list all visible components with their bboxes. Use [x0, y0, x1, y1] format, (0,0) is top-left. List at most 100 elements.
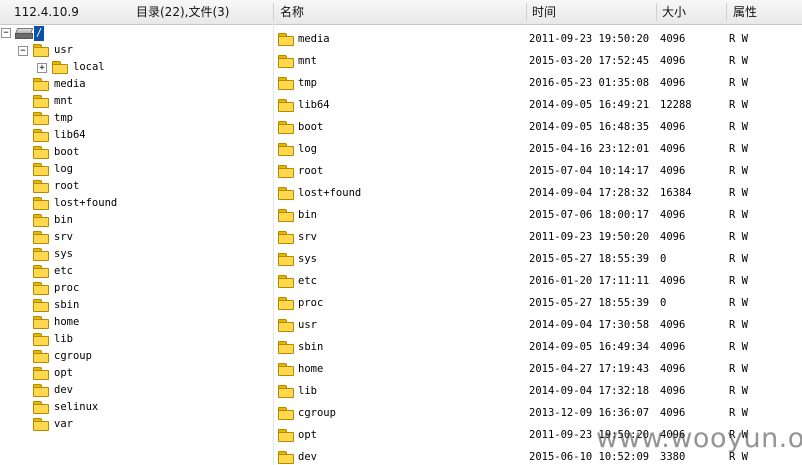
tree-item-local[interactable]: + local: [0, 59, 273, 76]
column-name-header[interactable]: 名称: [280, 0, 304, 24]
table-row[interactable]: sbin 2014-09-05 16:49:34 4096 R W: [274, 336, 802, 358]
file-size-cell: 12288: [660, 99, 692, 111]
folder-icon: [278, 165, 294, 178]
table-row[interactable]: root 2015-07-04 10:14:17 4096 R W: [274, 160, 802, 182]
file-name-cell: sbin: [298, 341, 324, 353]
folder-icon: [278, 429, 294, 442]
column-header-bar: 112.4.10.9 目录(22),文件(3) 名称 时间 大小 属性: [0, 0, 802, 25]
directory-summary: 目录(22),文件(3): [136, 5, 230, 19]
file-time-cell: 2016-05-23 01:35:08: [529, 77, 650, 89]
folder-icon: [33, 418, 49, 431]
folder-icon: [33, 282, 49, 295]
tree-root-node[interactable]: − /: [0, 25, 273, 42]
file-attr-cell: R W: [729, 231, 748, 243]
table-row[interactable]: media 2011-09-23 19:50:20 4096 R W: [274, 28, 802, 50]
table-row[interactable]: tmp 2016-05-23 01:35:08 4096 R W: [274, 72, 802, 94]
folder-icon: [278, 55, 294, 68]
table-row[interactable]: usr 2014-09-04 17:30:58 4096 R W: [274, 314, 802, 336]
file-size-cell: 4096: [660, 55, 686, 67]
file-attr-cell: R W: [729, 407, 748, 419]
tree-item-log[interactable]: log: [0, 161, 273, 178]
tree-item-label: var: [54, 418, 73, 430]
tree-item-label: lost+found: [54, 197, 118, 209]
column-time-header[interactable]: 时间: [532, 0, 556, 24]
table-row[interactable]: etc 2016-01-20 17:11:11 4096 R W: [274, 270, 802, 292]
tree-item-boot[interactable]: boot: [0, 144, 273, 161]
tree-item-mnt[interactable]: mnt: [0, 93, 273, 110]
table-row[interactable]: sys 2015-05-27 18:55:39 0 R W: [274, 248, 802, 270]
table-row[interactable]: mnt 2015-03-20 17:52:45 4096 R W: [274, 50, 802, 72]
table-row[interactable]: proc 2015-05-27 18:55:39 0 R W: [274, 292, 802, 314]
tree-item-lost-found[interactable]: lost+found: [0, 195, 273, 212]
watermark: www.wooyun.org: [596, 423, 802, 454]
folder-icon: [278, 33, 294, 46]
tree-item-sbin[interactable]: sbin: [0, 297, 273, 314]
table-row[interactable]: srv 2011-09-23 19:50:20 4096 R W: [274, 226, 802, 248]
file-time-cell: 2014-09-04 17:28:32: [529, 187, 650, 199]
column-attr-header[interactable]: 属性: [733, 0, 757, 24]
tree-item-lib[interactable]: lib: [0, 331, 273, 348]
file-name-cell: boot: [298, 121, 324, 133]
tree-item-lib64[interactable]: lib64: [0, 127, 273, 144]
file-attr-cell: R W: [729, 55, 748, 67]
tree-item-sys[interactable]: sys: [0, 246, 273, 263]
tree-root-label[interactable]: /: [34, 26, 45, 41]
folder-icon: [278, 297, 294, 310]
column-size-header[interactable]: 大小: [662, 0, 686, 24]
file-attr-cell: R W: [729, 275, 748, 287]
tree-item-media[interactable]: media: [0, 76, 273, 93]
table-row[interactable]: cgroup 2013-12-09 16:36:07 4096 R W: [274, 402, 802, 424]
folder-icon: [33, 163, 49, 176]
file-size-cell: 4096: [660, 165, 686, 177]
file-attr-cell: R W: [729, 187, 748, 199]
tree-item-label: dev: [54, 384, 73, 396]
folder-icon: [33, 44, 49, 57]
tree-item-opt[interactable]: opt: [0, 365, 273, 382]
tree-item-bin[interactable]: bin: [0, 212, 273, 229]
tree-item-usr[interactable]: − usr: [0, 42, 273, 59]
expand-icon[interactable]: +: [37, 63, 47, 73]
folder-icon: [278, 99, 294, 112]
tree-item-label: root: [54, 180, 80, 192]
folder-icon: [33, 197, 49, 210]
table-row[interactable]: lost+found 2014-09-04 17:28:32 16384 R W: [274, 182, 802, 204]
tree-item-var[interactable]: var: [0, 416, 273, 433]
tree-item-cgroup[interactable]: cgroup: [0, 348, 273, 365]
tree-item-label: usr: [54, 44, 73, 56]
tree-item-label: lib64: [54, 129, 86, 141]
table-row[interactable]: bin 2015-07-06 18:00:17 4096 R W: [274, 204, 802, 226]
table-row[interactable]: home 2015-04-27 17:19:43 4096 R W: [274, 358, 802, 380]
file-name-cell: mnt: [298, 55, 317, 67]
table-row[interactable]: lib64 2014-09-05 16:49:21 12288 R W: [274, 94, 802, 116]
tree-item-label: boot: [54, 146, 80, 158]
table-row[interactable]: log 2015-04-16 23:12:01 4096 R W: [274, 138, 802, 160]
file-name-cell: home: [298, 363, 324, 375]
tree-item-selinux[interactable]: selinux: [0, 399, 273, 416]
folder-icon: [278, 187, 294, 200]
table-row[interactable]: boot 2014-09-05 16:48:35 4096 R W: [274, 116, 802, 138]
tree-item-tmp[interactable]: tmp: [0, 110, 273, 127]
tree-item-dev[interactable]: dev: [0, 382, 273, 399]
table-row[interactable]: lib 2014-09-04 17:32:18 4096 R W: [274, 380, 802, 402]
file-size-cell: 4096: [660, 143, 686, 155]
tree-item-proc[interactable]: proc: [0, 280, 273, 297]
tree-item-label: mnt: [54, 95, 73, 107]
folder-icon: [33, 214, 49, 227]
tree-item-home[interactable]: home: [0, 314, 273, 331]
folder-icon: [33, 384, 49, 397]
tree-item-srv[interactable]: srv: [0, 229, 273, 246]
file-time-cell: 2014-09-05 16:49:21: [529, 99, 650, 111]
file-time-cell: 2014-09-05 16:48:35: [529, 121, 650, 133]
tree-item-root[interactable]: root: [0, 178, 273, 195]
tree-item-etc[interactable]: etc: [0, 263, 273, 280]
folder-icon: [278, 341, 294, 354]
tree-item-label: local: [73, 61, 105, 73]
collapse-icon[interactable]: −: [18, 46, 28, 56]
file-name-cell: root: [298, 165, 324, 177]
file-size-cell: 4096: [660, 275, 686, 287]
tree-item-label: opt: [54, 367, 73, 379]
collapse-icon[interactable]: −: [1, 28, 11, 38]
file-size-cell: 4096: [660, 33, 686, 45]
folder-icon: [278, 209, 294, 222]
file-attr-cell: R W: [729, 253, 748, 265]
